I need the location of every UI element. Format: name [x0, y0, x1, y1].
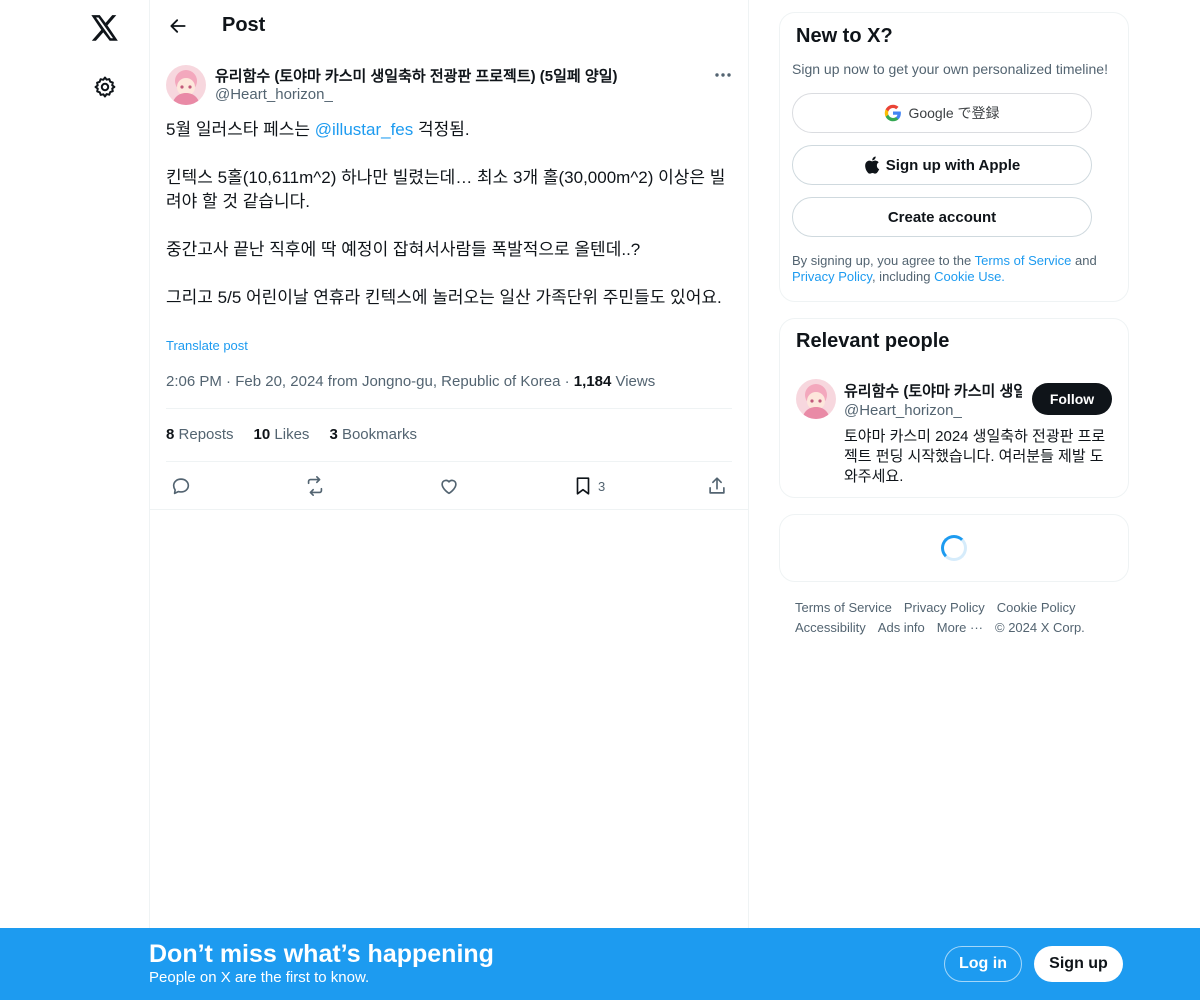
likes-stat[interactable]: 10 Likes [254, 426, 310, 443]
apple-icon [864, 156, 879, 174]
action-bar: 3 [166, 468, 736, 504]
reply-icon[interactable] [170, 468, 192, 504]
google-icon [885, 104, 902, 122]
views-count: 1,184 [573, 373, 612, 390]
divider [166, 461, 732, 462]
reposts-stat[interactable]: 8 Reposts [166, 426, 234, 443]
post-stats: 8 Reposts 10 Likes 3 Bookmarks [166, 426, 417, 443]
loading-spinner-icon [941, 535, 967, 561]
copyright: © 2024 X Corp. [995, 620, 1085, 635]
footer-link[interactable]: Cookie Policy [997, 600, 1076, 615]
create-account-button[interactable]: Create account [792, 197, 1092, 237]
bookmarks-count: 3 [329, 426, 338, 443]
avatar[interactable] [796, 379, 836, 419]
likes-count: 10 [253, 426, 271, 443]
google-signup-label: Google で登録 [908, 105, 1000, 121]
avatar[interactable] [166, 65, 206, 105]
footer-link[interactable]: Terms of Service [795, 600, 892, 615]
apple-signup-label: Sign up with Apple [885, 156, 1021, 174]
privacy-link[interactable]: Privacy Policy [792, 269, 872, 284]
post-time[interactable]: 2:06 PM [166, 373, 222, 390]
legal-and: and [1071, 253, 1097, 268]
like-icon[interactable] [438, 468, 460, 504]
mention-link[interactable]: @illustar_fes [315, 120, 414, 139]
signup-subtitle: Sign up now to get your own personalized… [792, 61, 1108, 77]
post-text-intro: 5월 일러스타 페스는 [166, 120, 315, 139]
reposts-count: 8 [166, 426, 175, 443]
signup-banner: Don’t miss what’s happening People on X … [0, 928, 1200, 1000]
bookmark-button[interactable]: 3 [572, 468, 605, 504]
login-button[interactable]: Log in [944, 946, 1022, 982]
meta-separator: · [226, 373, 236, 390]
post-meta: 2:06 PM · Feb 20, 2024 from Jongno-gu, R… [166, 373, 655, 390]
bookmark-icon [576, 477, 590, 495]
translate-link[interactable]: Translate post [166, 338, 248, 353]
author-name[interactable]: 유리함수 (토야마 카스미 생일축하 전광판 프로젝트) (5일페 양일) [215, 65, 618, 86]
post-date-location[interactable]: Feb 20, 2024 from Jongno-gu, Republic of… [235, 373, 560, 390]
footer-links: Terms of Service Privacy Policy Cookie Pol… [795, 598, 1125, 638]
post-text: 5월 일러스타 페스는 @illustar_fes 걱정됨. 킨텍스 5홀(10… [166, 118, 736, 310]
terms-link[interactable]: Terms of Service [975, 253, 1072, 268]
legal-prefix: By signing up, you agree to the [792, 253, 975, 268]
footer-more-link[interactable]: More ··· [937, 620, 983, 635]
signup-card: New to X? Sign up now to get your own pe… [779, 12, 1129, 302]
more-icon[interactable] [708, 62, 738, 88]
footer-link[interactable]: Accessibility [795, 620, 866, 635]
cookie-link[interactable]: Cookie Use. [934, 269, 1005, 284]
arrow-left-icon[interactable] [160, 8, 196, 44]
relevant-person-handle[interactable]: @Heart_horizon_ [844, 402, 962, 419]
post-header: Post [150, 0, 748, 53]
google-signup-button[interactable]: Google で登録 [792, 93, 1092, 133]
left-nav [0, 0, 150, 1000]
signup-button[interactable]: Sign up [1034, 946, 1123, 982]
bookmarks-stat[interactable]: 3 Bookmarks [329, 426, 417, 443]
bookmark-count: 3 [598, 478, 606, 494]
divider [150, 509, 748, 510]
apple-signup-button[interactable]: Sign up with Apple [792, 145, 1092, 185]
author-handle[interactable]: @Heart_horizon_ [215, 86, 333, 103]
relevant-people-title: Relevant people [796, 330, 950, 352]
repost-icon[interactable] [304, 468, 326, 504]
footer-link[interactable]: Ads info [878, 620, 925, 635]
relevant-person-bio: 토야마 카스미 2024 생일축하 전광판 프로젝트 펀딩 시작했습니다. 여러… [844, 428, 1106, 485]
banner-title: Don’t miss what’s happening [149, 940, 494, 968]
share-icon[interactable] [706, 468, 728, 504]
meta-separator: · [564, 373, 574, 390]
legal-including: , including [871, 269, 935, 284]
reposts-label: Reposts [178, 426, 234, 443]
views-label: Views [615, 373, 656, 390]
loading-card [779, 514, 1129, 582]
follow-button[interactable]: Follow [1032, 383, 1112, 415]
signup-legal: By signing up, you agree to the Terms of… [792, 253, 1122, 285]
post-text-body: 걱정됨. 킨텍스 5홀(10,611m^2) 하나만 빌렸는데… 최소 3개 홀… [166, 120, 726, 307]
banner-subtitle: People on X are the first to know. [149, 969, 370, 986]
bookmarks-label: Bookmarks [341, 426, 417, 443]
x-logo-icon[interactable] [80, 3, 130, 53]
footer-link[interactable]: Privacy Policy [904, 600, 985, 615]
gear-icon[interactable] [80, 62, 130, 112]
divider [166, 408, 732, 409]
relevant-person-name[interactable]: 유리함수 (토야마 카스미 생일축하 전광판 프로젝트) (5일페 양일) [844, 380, 1022, 401]
likes-label: Likes [274, 426, 310, 443]
post-column: Post 유리함수 (토야마 카스미 생일축하 전광판 프로젝트) (5일페 양… [149, 0, 749, 930]
page-title: Post [222, 14, 266, 36]
relevant-people-card: Relevant people 유리함수 (토야마 카스미 생일축하 전광판 프… [779, 318, 1129, 498]
signup-title: New to X? [796, 25, 893, 47]
